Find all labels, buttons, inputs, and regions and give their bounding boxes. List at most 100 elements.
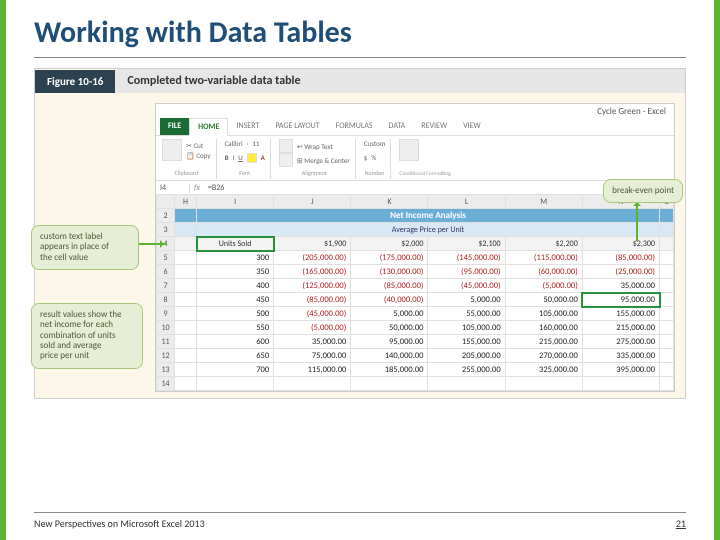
italic-button[interactable]: I: [233, 153, 235, 162]
cell[interactable]: Net Income Analysis: [197, 209, 660, 223]
cell[interactable]: 35,000.00: [582, 279, 659, 293]
cell[interactable]: 115,000.00: [274, 363, 351, 377]
cell[interactable]: 550: [197, 321, 274, 335]
cell[interactable]: 105,000.00: [428, 321, 505, 335]
cell[interactable]: $2,100: [428, 237, 505, 251]
cell[interactable]: [660, 377, 674, 391]
cell[interactable]: [660, 307, 674, 321]
cell[interactable]: (45,000.00): [428, 279, 505, 293]
tab-file[interactable]: FILE: [160, 118, 189, 135]
cell[interactable]: (40,000.00): [351, 293, 428, 307]
header-cell[interactable]: L: [428, 195, 505, 209]
header-cell[interactable]: J: [274, 195, 351, 209]
cell[interactable]: [175, 363, 197, 377]
cell[interactable]: [660, 349, 674, 363]
header-cell[interactable]: 5: [157, 251, 175, 265]
cell[interactable]: 335,000.00: [582, 349, 659, 363]
cell[interactable]: 350: [197, 265, 274, 279]
align-icon[interactable]: [279, 139, 293, 153]
tab-insert[interactable]: INSERT: [228, 118, 267, 135]
cell[interactable]: (145,000.00): [428, 251, 505, 265]
cell[interactable]: [175, 335, 197, 349]
cell[interactable]: [660, 279, 674, 293]
font-color-icon[interactable]: A: [261, 153, 265, 162]
header-cell[interactable]: 9: [157, 307, 175, 321]
cell[interactable]: (115,000.00): [505, 251, 582, 265]
tab-formulas[interactable]: FORMULAS: [328, 118, 381, 135]
fill-color-icon[interactable]: [247, 153, 257, 163]
cell[interactable]: (165,000.00): [274, 265, 351, 279]
cell[interactable]: 5,000.00: [428, 293, 505, 307]
cell[interactable]: [428, 377, 505, 391]
header-cell[interactable]: M: [505, 195, 582, 209]
cell[interactable]: (85,000.00): [274, 293, 351, 307]
cell[interactable]: (95,000.00): [428, 265, 505, 279]
cell[interactable]: (85,000.00): [582, 251, 659, 265]
cell[interactable]: 650: [197, 349, 274, 363]
header-cell[interactable]: 6: [157, 265, 175, 279]
cell[interactable]: [660, 363, 674, 377]
cell[interactable]: 35,000.00: [274, 335, 351, 349]
cell[interactable]: $2,300: [582, 237, 659, 251]
cell[interactable]: (45,000.00): [274, 307, 351, 321]
cell[interactable]: [197, 377, 274, 391]
cell[interactable]: 275,000.00: [582, 335, 659, 349]
cell[interactable]: [175, 237, 197, 251]
cell[interactable]: [582, 377, 659, 391]
cell[interactable]: 300: [197, 251, 274, 265]
cell[interactable]: [660, 321, 674, 335]
cell[interactable]: 450: [197, 293, 274, 307]
header-cell[interactable]: H: [175, 195, 197, 209]
bold-button[interactable]: B: [225, 153, 229, 162]
cell[interactable]: 140,000.00: [351, 349, 428, 363]
cell[interactable]: [175, 265, 197, 279]
cell[interactable]: (130,000.00): [351, 265, 428, 279]
cell[interactable]: 270,000.00: [505, 349, 582, 363]
conditional-formatting-icon[interactable]: [399, 139, 419, 161]
cell[interactable]: 215,000.00: [505, 335, 582, 349]
cell[interactable]: 75,000.00: [274, 349, 351, 363]
cell[interactable]: [505, 377, 582, 391]
cell[interactable]: 325,000.00: [505, 363, 582, 377]
cell[interactable]: [175, 349, 197, 363]
cell[interactable]: [351, 377, 428, 391]
header-cell[interactable]: 12: [157, 349, 175, 363]
tab-view[interactable]: VIEW: [455, 118, 489, 135]
header-cell[interactable]: 13: [157, 363, 175, 377]
cell[interactable]: (5,000.00): [505, 279, 582, 293]
percent-button[interactable]: %: [371, 153, 376, 162]
cell[interactable]: (25,000.00): [582, 265, 659, 279]
cut-button[interactable]: ✂ Cut: [186, 141, 211, 150]
cell[interactable]: [175, 223, 197, 237]
cell[interactable]: 600: [197, 335, 274, 349]
cell[interactable]: 215,000.00: [582, 321, 659, 335]
underline-button[interactable]: U: [238, 153, 243, 162]
cell[interactable]: [660, 293, 674, 307]
cell[interactable]: [175, 321, 197, 335]
cell[interactable]: 155,000.00: [428, 335, 505, 349]
formula-input[interactable]: =B26: [204, 183, 224, 193]
tab-page-layout[interactable]: PAGE LAYOUT: [267, 118, 327, 135]
header-cell[interactable]: 8: [157, 293, 175, 307]
cell[interactable]: Average Price per Unit: [197, 223, 660, 237]
cell[interactable]: $2,000: [351, 237, 428, 251]
cell[interactable]: 55,000.00: [428, 307, 505, 321]
header-cell[interactable]: 2: [157, 209, 175, 223]
cell[interactable]: 395,000.00: [582, 363, 659, 377]
cell[interactable]: 5,000.00: [351, 307, 428, 321]
font-family-select[interactable]: Calibri: [225, 139, 243, 148]
cell[interactable]: 500: [197, 307, 274, 321]
tab-data[interactable]: DATA: [381, 118, 414, 135]
cell[interactable]: [660, 335, 674, 349]
cell[interactable]: (60,000.00): [505, 265, 582, 279]
cell[interactable]: 95,000.00: [351, 335, 428, 349]
header-cell[interactable]: K: [351, 195, 428, 209]
header-cell[interactable]: 10: [157, 321, 175, 335]
cell[interactable]: [660, 237, 674, 251]
header-cell[interactable]: 11: [157, 335, 175, 349]
cell[interactable]: [660, 265, 674, 279]
font-size-select[interactable]: 11: [252, 139, 259, 148]
cell[interactable]: [175, 209, 197, 223]
cell[interactable]: Units Sold: [197, 237, 274, 251]
cell[interactable]: 400: [197, 279, 274, 293]
